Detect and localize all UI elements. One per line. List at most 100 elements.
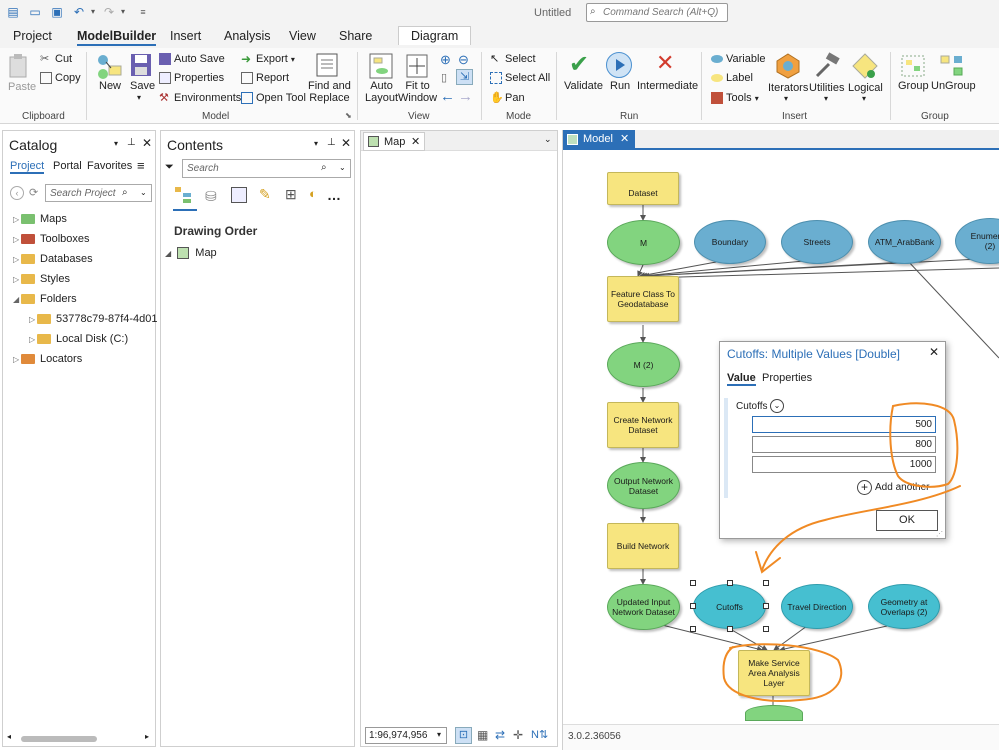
project-icon[interactable]: ▤ (6, 5, 20, 19)
auto-layout-icon[interactable] (367, 52, 395, 80)
logical-icon[interactable] (851, 52, 879, 80)
selection-handle[interactable] (763, 603, 769, 609)
model-node-output-network-dataset[interactable]: Output Network Dataset (607, 462, 680, 509)
list-by-selection-icon[interactable] (231, 187, 247, 203)
model-node-m[interactable]: M (607, 220, 680, 265)
close-icon[interactable]: ✕ (620, 132, 629, 145)
select-all-button[interactable]: Select All (490, 72, 550, 85)
scale-selector[interactable]: 1:96,974,956 ▾ (365, 727, 447, 744)
model-node-output-partial[interactable] (745, 705, 803, 721)
grid-icon[interactable]: ▦ (477, 728, 488, 742)
list-by-editing-icon[interactable]: ✎ (259, 186, 271, 203)
previous-extent-icon[interactable]: ← (440, 88, 455, 105)
tab-view[interactable]: View (289, 29, 316, 43)
auto-layout-button[interactable]: Auto Layout (365, 80, 398, 104)
model-node-travel-direction[interactable]: Travel Direction (781, 584, 853, 629)
tab-modelbuilder[interactable]: ModelBuilder (77, 29, 157, 46)
catalog-item-maps[interactable]: ▷ Maps (13, 211, 67, 227)
select-button[interactable]: ↖ Select (490, 53, 536, 65)
auto-save-button[interactable]: Auto Save (159, 53, 225, 66)
find-replace-icon[interactable] (314, 52, 342, 80)
tab-project[interactable]: Project (13, 29, 52, 43)
selection-handle[interactable] (690, 580, 696, 586)
find-replace-button[interactable]: Find and Replace (308, 80, 351, 104)
list-by-labeling-icon[interactable]: ◐ (309, 186, 317, 201)
scroll-right-icon[interactable]: ▸ (145, 732, 149, 741)
iterators-icon[interactable] (774, 52, 802, 80)
logical-dropdown-icon[interactable]: ▾ (862, 94, 866, 103)
list-by-drawing-order-icon[interactable] (173, 185, 197, 211)
expand-arrow-icon[interactable]: ▷ (13, 232, 21, 248)
back-icon[interactable]: ‹ (10, 186, 24, 200)
filter-icon[interactable]: ⏷ (165, 161, 174, 174)
new-button[interactable]: New (99, 80, 121, 92)
export-button[interactable]: ➜ Export ▾ (241, 53, 295, 65)
selection-handle[interactable] (763, 626, 769, 632)
paste-button[interactable]: Paste (8, 81, 36, 93)
catalog-tab-favorites[interactable]: Favorites (87, 160, 132, 172)
collapse-arrow-icon[interactable]: ◢ (13, 292, 21, 308)
resize-grip-icon[interactable]: ⋰ (936, 530, 943, 538)
more-options-icon[interactable]: … (327, 187, 341, 203)
navigator-icon[interactable]: ⊡ (455, 727, 472, 744)
run-button[interactable]: Run (610, 80, 630, 92)
catalog-item-folders[interactable]: ◢ Folders (13, 291, 77, 307)
catalog-item-guid-folder[interactable]: ▷ 53778c79-87f4-4d01 (29, 311, 158, 327)
command-search[interactable]: ⌕ Command Search (Alt+Q) (586, 3, 728, 22)
cutoff-value-input[interactable]: 800 (752, 436, 936, 453)
list-by-snapping-icon[interactable]: ⊞ (285, 186, 297, 203)
dialog-tab-value[interactable]: Value (727, 372, 756, 386)
cut-button[interactable]: ✂ Cut (40, 53, 72, 65)
save-button[interactable]: Save (130, 80, 155, 92)
save-icon[interactable]: ▣ (50, 5, 64, 19)
paste-icon[interactable] (8, 53, 30, 79)
utilities-dropdown-icon[interactable]: ▾ (824, 94, 828, 103)
run-icon[interactable] (606, 52, 632, 78)
pane-menu-icon[interactable]: ▾ (314, 139, 318, 148)
selection-handle[interactable] (690, 626, 696, 632)
redo-icon[interactable]: ↷ (102, 5, 116, 19)
catalog-search-input[interactable]: Search Project ⌕ ⌄ (45, 184, 152, 202)
model-node-atm-arabbank[interactable]: ATM_ArabBank (868, 220, 941, 264)
contents-map-item[interactable]: ◢ Map (165, 247, 217, 263)
logical-button[interactable]: Logical (848, 82, 883, 94)
selection-handle[interactable] (727, 580, 733, 586)
model-node-build-network[interactable]: Build Network (607, 523, 679, 569)
ungroup-icon[interactable] (938, 52, 966, 80)
tab-diagram[interactable]: Diagram (398, 26, 472, 45)
group-button[interactable]: Group (898, 80, 929, 92)
close-icon[interactable]: ✕ (929, 345, 939, 359)
new-model-icon[interactable] (95, 52, 123, 80)
model-node-m2[interactable]: M (2) (607, 342, 680, 387)
catalog-item-styles[interactable]: ▷ Styles (13, 271, 70, 287)
model-node-make-service-area-analysis-layer[interactable]: Make Service Area Analysis Layer (738, 650, 810, 696)
lock-icon[interactable]: ▯ (441, 71, 447, 84)
catalog-item-toolboxes[interactable]: ▷ Toolboxes (13, 231, 90, 247)
save-dropdown-icon[interactable]: ▾ (137, 93, 141, 102)
redo-dropdown-icon[interactable]: ▾ (116, 5, 130, 19)
snapping-icon[interactable]: ⇄ (495, 728, 505, 742)
model-tab[interactable]: Model ✕ (563, 130, 635, 150)
pan-mode-icon[interactable]: ⇲ (456, 69, 473, 85)
catalog-item-databases[interactable]: ▷ Databases (13, 251, 93, 267)
expand-arrow-icon[interactable]: ▷ (13, 272, 21, 288)
north-arrow-icon[interactable]: N⇅ (531, 728, 548, 741)
iterators-dropdown-icon[interactable]: ▾ (784, 94, 788, 103)
undo-dropdown-icon[interactable]: ▾ (86, 5, 100, 19)
checkmark-icon[interactable]: ✔ (569, 50, 589, 79)
pane-menu-icon[interactable]: ▾ (114, 139, 118, 148)
menu-icon[interactable]: ≡ (137, 158, 145, 173)
label-button[interactable]: Label (711, 72, 753, 84)
model-node-geometry-at-overlaps[interactable]: Geometry at Overlaps (2) (868, 584, 940, 629)
tab-share[interactable]: Share (339, 29, 372, 43)
catalog-tab-project[interactable]: Project (10, 160, 45, 174)
next-extent-icon[interactable]: → (458, 88, 473, 105)
fit-to-window-icon[interactable] (403, 52, 431, 80)
customize-icon[interactable]: ≡ (136, 5, 150, 19)
refresh-icon[interactable]: ⟳ (29, 186, 38, 199)
collapse-arrow-icon[interactable]: ◢ (165, 249, 171, 258)
add-icon[interactable]: + (857, 480, 872, 495)
zoom-out-icon[interactable]: ⊖ (458, 52, 469, 68)
model-node-create-network-dataset[interactable]: Create Network Dataset (607, 402, 679, 448)
variable-button[interactable]: Variable (711, 53, 766, 65)
